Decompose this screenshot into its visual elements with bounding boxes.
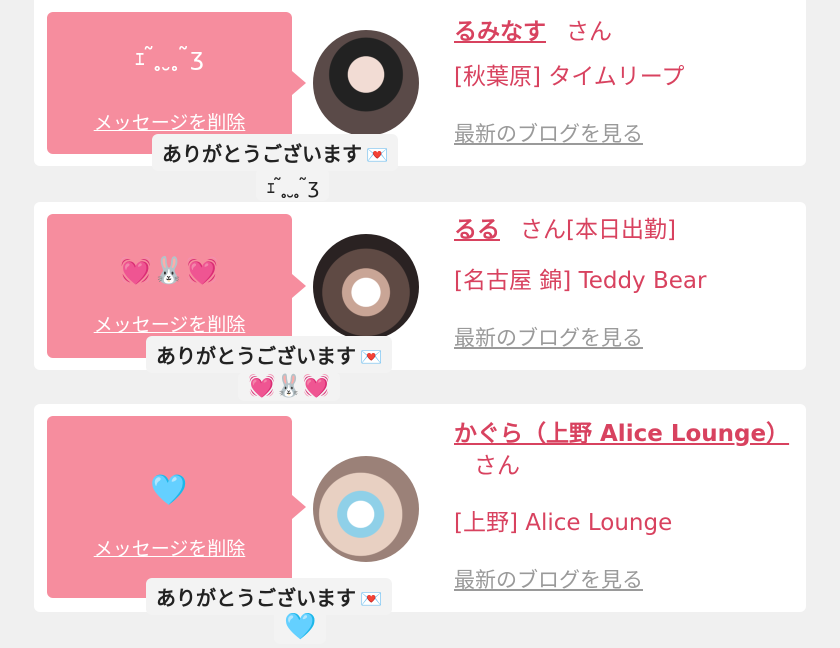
bubble-emoji: 🩵 — [150, 473, 189, 508]
message-tooltip: ありがとうございます 💌 — [146, 336, 393, 373]
avatar[interactable] — [313, 30, 419, 136]
envelope-icon: 💌 — [360, 347, 383, 368]
message-bubble: 🩵 メッセージを削除 — [47, 416, 306, 598]
message-tooltip: ありがとうございます 💌 — [146, 578, 393, 615]
delete-message-link[interactable]: メッセージを削除 — [47, 534, 292, 561]
bubble-emoji: 💓🐰💓 — [119, 256, 220, 286]
delete-message-link[interactable]: メッセージを削除 — [47, 108, 292, 135]
delete-message-link[interactable]: メッセージを削除 — [47, 310, 292, 337]
bubble-emoji: ｪ ̃ ̥̥ ̮ ̥̥ ̃ʒ — [133, 43, 205, 71]
shop-name: [上野] Alice Lounge — [454, 510, 673, 536]
message-bubble: ｪ ̃ ̥̥ ̮ ̥̥ ̃ʒ メッセージを削除 — [47, 12, 306, 154]
message-tooltip: ありがとうございます 💌 — [152, 134, 399, 171]
girl-name-link[interactable]: かぐら（上野 Alice Lounge） — [454, 421, 789, 447]
name-line: るる さん[本日出勤] — [454, 214, 786, 246]
latest-blog-link[interactable]: 最新のブログを見る — [454, 322, 643, 352]
honorific: さん — [566, 19, 612, 45]
honorific: さん — [474, 453, 520, 479]
avatar[interactable] — [313, 456, 419, 562]
message-card: ｪ ̃ ̥̥ ̮ ̥̥ ̃ʒ メッセージを削除 るみなす さん [秋葉原] タイム… — [34, 0, 806, 166]
girl-name-link[interactable]: るる — [454, 217, 500, 243]
tooltip-emoji: ｪ ̃ ̥̥ ̮ ̥̥ ̃ʒ — [256, 168, 330, 201]
name-line: るみなす さん — [454, 16, 786, 48]
name-line: かぐら（上野 Alice Lounge） さん — [454, 418, 789, 482]
envelope-icon: 💌 — [366, 145, 389, 166]
tooltip-emoji: 💓🐰💓 — [238, 372, 341, 401]
message-list: ｪ ̃ ̥̥ ̮ ̥̥ ̃ʒ メッセージを削除 るみなす さん [秋葉原] タイム… — [0, 0, 840, 648]
tooltip-text: ありがとうございます — [156, 344, 356, 368]
tooltip-text: ありがとうございます — [156, 586, 356, 610]
tooltip-emoji: 🩵 — [274, 610, 327, 644]
tooltip-text: ありがとうございます — [162, 142, 362, 166]
shop-name: [名古屋 錦] Teddy Bear — [454, 268, 707, 294]
shop-name: [秋葉原] タイムリープ — [454, 64, 685, 90]
envelope-icon: 💌 — [360, 589, 383, 610]
honorific: さん — [520, 217, 566, 243]
girl-name-link[interactable]: るみなす — [454, 19, 546, 45]
avatar[interactable] — [313, 234, 419, 340]
attendance-badge: [本日出勤] — [566, 217, 676, 243]
latest-blog-link[interactable]: 最新のブログを見る — [454, 118, 643, 148]
latest-blog-link[interactable]: 最新のブログを見る — [454, 564, 643, 594]
